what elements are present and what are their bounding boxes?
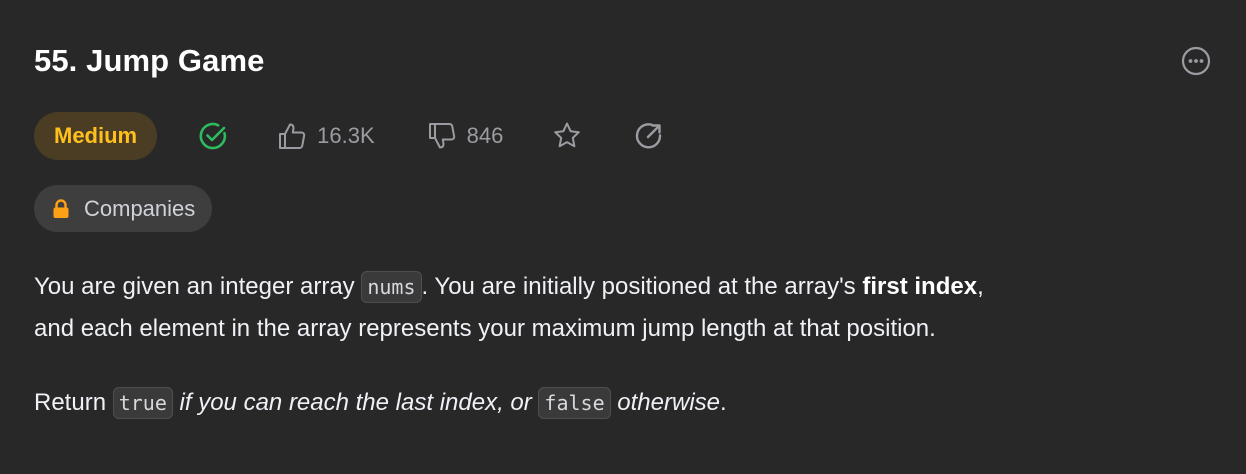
- problem-meta-row: Medium 16.3K 846: [34, 112, 665, 160]
- problem-title: 55. Jump Game: [34, 43, 265, 78]
- problem-description-panel: 55. Jump Game Medium 16.3K 846 Companies…: [34, 0, 1212, 474]
- description-text: . You are initially positioned at the ar…: [421, 273, 863, 300]
- companies-label: Companies: [84, 195, 196, 221]
- favorite-button[interactable]: [551, 120, 583, 152]
- bold-text: first index: [862, 273, 978, 300]
- companies-tag[interactable]: Companies: [34, 185, 213, 232]
- share-arrow-icon: [636, 123, 662, 149]
- more-horizontal-icon: [1181, 46, 1211, 76]
- description-text: .: [720, 389, 727, 416]
- dislike-count: 846: [466, 123, 504, 148]
- title-row: 55. Jump Game: [34, 40, 1212, 84]
- description-text: Return: [34, 389, 113, 416]
- share-button[interactable]: [633, 120, 665, 152]
- solved-status: [197, 120, 229, 152]
- difficulty-badge: Medium: [34, 112, 158, 160]
- like-count: 16.3K: [317, 123, 375, 148]
- description-text: ,: [977, 273, 984, 300]
- description-paragraph-2: Return true if you can reach the last in…: [34, 382, 1212, 424]
- inline-code-nums: nums: [361, 271, 422, 303]
- thumbs-up-icon: [279, 123, 306, 149]
- lock-icon: [52, 198, 70, 219]
- italic-text: if you can reach the last index, or: [172, 389, 539, 416]
- inline-code-true: true: [112, 387, 173, 419]
- italic-text: otherwise: [610, 389, 721, 416]
- thumbs-down-icon: [428, 123, 455, 149]
- like-button[interactable]: 16.3K: [277, 121, 375, 151]
- more-options-button[interactable]: [1180, 45, 1212, 77]
- inline-code-false: false: [538, 387, 611, 419]
- description-text: You are given an integer array: [34, 273, 362, 300]
- description-paragraph-1: You are given an integer array nums. You…: [34, 266, 1212, 349]
- dislike-button[interactable]: 846: [427, 121, 504, 151]
- check-circle-icon: [199, 122, 227, 150]
- star-icon: [554, 122, 581, 148]
- description-text: and each element in the array represents…: [34, 315, 936, 342]
